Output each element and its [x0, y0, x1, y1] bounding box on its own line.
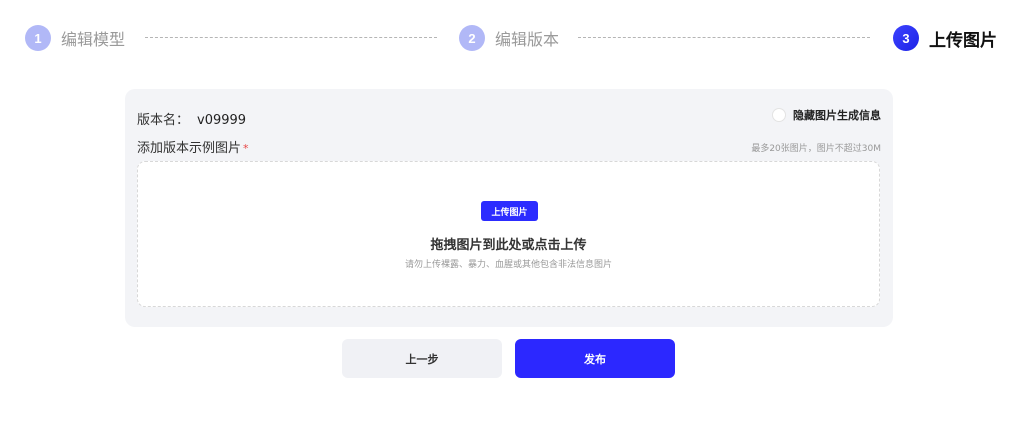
image-dropzone[interactable]: 上传图片 拖拽图片到此处或点击上传 请勿上传裸露、暴力、血腥或其他包含非法信息图… [137, 161, 880, 307]
previous-step-button[interactable]: 上一步 [342, 339, 502, 378]
add-images-text: 添加版本示例图片 [137, 141, 242, 156]
step-label: 编辑版本 [495, 30, 560, 49]
add-images-row: 添加版本示例图片 * 最多20张图片，图片不超过30M [137, 137, 881, 156]
hide-info-label: 隐藏图片生成信息 [793, 109, 881, 122]
step-connector [578, 37, 870, 38]
limit-hint: 最多20张图片，图片不超过30M [751, 144, 881, 154]
upload-image-button[interactable]: 上传图片 [481, 201, 538, 221]
publish-button[interactable]: 发布 [515, 339, 675, 378]
version-name: 版本名： v09999 [137, 109, 246, 128]
step-label: 编辑模型 [61, 30, 126, 49]
version-label: 版本名： [137, 113, 190, 128]
hide-info-radio[interactable] [772, 108, 786, 122]
drag-hint: 拖拽图片到此处或点击上传 [430, 238, 587, 253]
add-images-label: 添加版本示例图片 * [137, 137, 249, 156]
version-row: 版本名： v09999 隐藏图片生成信息 [137, 107, 881, 128]
step-number: 1 [25, 25, 51, 51]
required-mark: * [243, 142, 249, 155]
step-upload-images[interactable]: 3 上传图片 [893, 24, 997, 52]
content-warning: 请勿上传裸露、暴力、血腥或其他包含非法信息图片 [404, 260, 612, 270]
step-edit-version[interactable]: 2 编辑版本 [459, 24, 559, 52]
step-number: 2 [459, 25, 485, 51]
version-value: v09999 [197, 113, 247, 128]
step-number: 3 [893, 25, 919, 51]
stepper: 1 编辑模型 2 编辑版本 3 上传图片 [0, 0, 1017, 76]
hide-info-toggle[interactable]: 隐藏图片生成信息 [772, 107, 881, 123]
step-label: 上传图片 [929, 30, 997, 51]
step-edit-model[interactable]: 1 编辑模型 [25, 24, 125, 52]
upload-card: 版本名： v09999 隐藏图片生成信息 添加版本示例图片 * 最多20张图片，图片… [125, 89, 893, 327]
step-connector [145, 37, 437, 38]
